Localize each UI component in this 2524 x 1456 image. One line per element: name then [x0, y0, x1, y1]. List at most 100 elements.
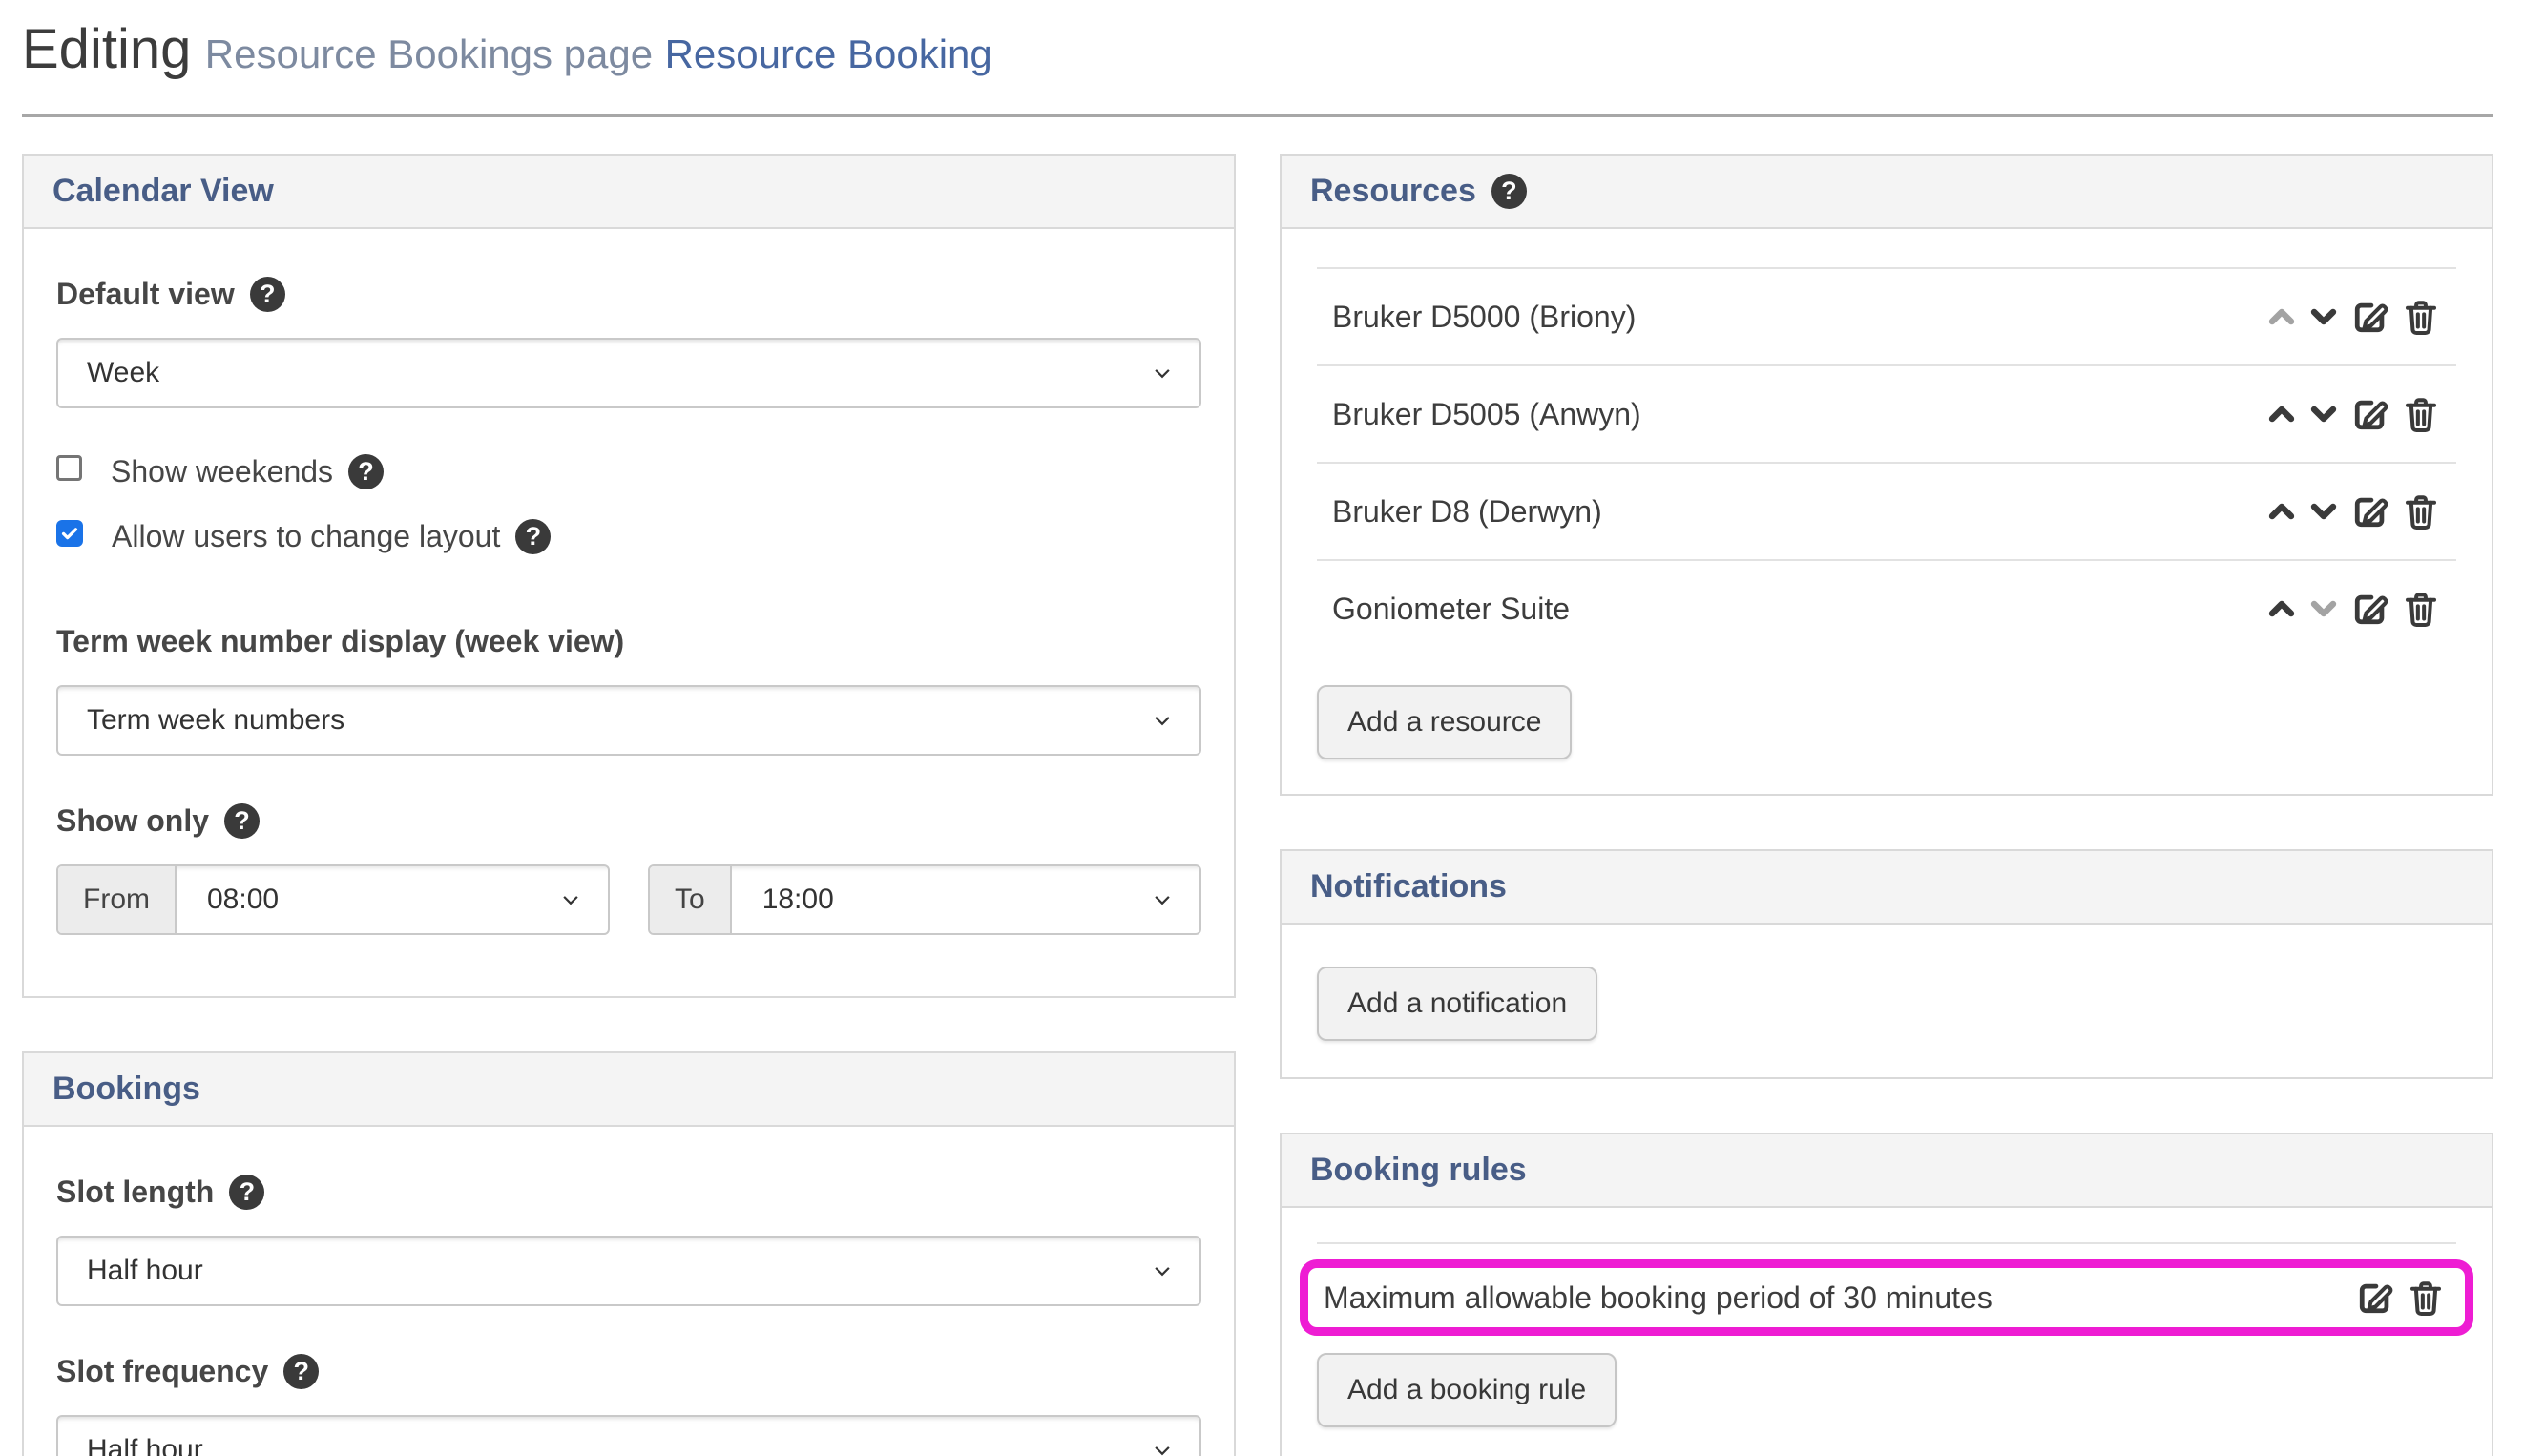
booking-rule-name: Maximum allowable booking period of 30 m… [1324, 1277, 1992, 1319]
from-time-value: 08:00 [207, 884, 279, 916]
help-icon[interactable]: ? [250, 277, 285, 312]
from-addon-label: From [58, 866, 177, 933]
move-down-icon[interactable] [2307, 301, 2340, 333]
slot-length-select[interactable]: Half hour [56, 1236, 1201, 1306]
trash-icon[interactable] [2401, 589, 2441, 629]
booking-rules-title: Booking rules [1310, 1152, 1527, 1189]
checkmark-icon [59, 523, 80, 544]
right-column: Resources ? Bruker D5000 (Briony) [1280, 154, 2493, 1456]
slot-length-label-row: Slot length ? [56, 1173, 1201, 1211]
from-time-group: From 08:00 [56, 864, 610, 935]
resource-row: Goniometer Suite [1317, 559, 2456, 656]
show-only-range-row: From 08:00 To 18:00 [56, 864, 1201, 935]
page-title-prefix: Editing [22, 18, 191, 80]
term-week-label-row: Term week number display (week view) [56, 622, 1201, 660]
move-down-icon[interactable] [2307, 495, 2340, 528]
edit-icon[interactable] [2349, 588, 2391, 630]
resources-title: Resources [1310, 173, 1476, 210]
show-weekends-label: Show weekends [111, 452, 333, 490]
slot-length-value: Half hour [87, 1255, 203, 1287]
trash-icon[interactable] [2401, 297, 2441, 337]
resource-row: Bruker D8 (Derwyn) [1317, 462, 2456, 559]
chevron-down-caret-icon [1148, 706, 1177, 735]
help-icon[interactable]: ? [224, 803, 260, 839]
to-addon-label: To [650, 866, 732, 933]
help-icon[interactable]: ? [1491, 174, 1527, 209]
slot-frequency-value: Half hour [87, 1434, 203, 1456]
title-divider [22, 114, 2493, 117]
resource-name: Bruker D8 (Derwyn) [1332, 490, 1602, 532]
edit-icon[interactable] [2349, 393, 2391, 435]
default-view-value: Week [87, 357, 159, 389]
chevron-down-caret-icon [1148, 359, 1177, 387]
move-up-icon[interactable] [2265, 398, 2298, 430]
to-time-value: 18:00 [762, 884, 834, 916]
calendar-view-title: Calendar View [52, 173, 274, 210]
page: Editing Resource Bookings page Resource … [0, 0, 2524, 1456]
resource-list: Bruker D5000 (Briony) Bruker D5005 (Anwy… [1317, 267, 2456, 656]
booking-rules-panel: Booking rules Maximum allowable booking … [1280, 1133, 2493, 1456]
notifications-panel: Notifications Add a notification [1280, 849, 2493, 1079]
to-time-select[interactable]: 18:00 [732, 866, 1199, 933]
bookings-panel: Bookings Slot length ? Half hour Slot fr… [22, 1051, 1236, 1456]
term-week-select[interactable]: Term week numbers [56, 685, 1201, 756]
resources-header: Resources ? [1282, 156, 2492, 229]
help-icon[interactable]: ? [348, 454, 384, 489]
move-down-icon[interactable] [2307, 398, 2340, 430]
rules-divider [1317, 1242, 2456, 1244]
term-week-label: Term week number display (week view) [56, 622, 624, 660]
help-icon[interactable]: ? [283, 1354, 319, 1389]
left-column: Calendar View Default view ? Week Sh [22, 154, 1236, 1456]
allow-layout-row: Allow users to change layout ? [56, 517, 1201, 555]
resources-panel: Resources ? Bruker D5000 (Briony) [1280, 154, 2493, 796]
page-title: Editing Resource Bookings page Resource … [22, 11, 2493, 102]
allow-layout-label: Allow users to change layout [112, 517, 500, 555]
help-icon[interactable]: ? [515, 519, 551, 554]
from-time-select[interactable]: 08:00 [177, 866, 608, 933]
add-booking-rule-button[interactable]: Add a booking rule [1317, 1353, 1617, 1427]
chevron-down-caret-icon [556, 885, 585, 914]
default-view-label: Default view [56, 275, 235, 313]
edit-icon[interactable] [2354, 1277, 2396, 1319]
edit-icon[interactable] [2349, 296, 2391, 338]
highlight-annotation: Maximum allowable booking period of 30 m… [1300, 1259, 2473, 1336]
show-weekends-checkbox[interactable] [56, 455, 82, 481]
page-title-context: Resource Bookings page [205, 31, 653, 76]
chevron-down-caret-icon [1148, 885, 1177, 914]
move-up-icon[interactable] [2265, 495, 2298, 528]
bookings-title: Bookings [52, 1071, 200, 1108]
edit-icon[interactable] [2349, 490, 2391, 532]
booking-rules-header: Booking rules [1282, 1134, 2492, 1208]
add-resource-button[interactable]: Add a resource [1317, 685, 1572, 759]
slot-frequency-label-row: Slot frequency ? [56, 1352, 1201, 1390]
slot-frequency-label: Slot frequency [56, 1352, 268, 1390]
show-only-label: Show only [56, 801, 209, 840]
move-down-icon [2307, 593, 2340, 625]
default-view-select[interactable]: Week [56, 338, 1201, 408]
chevron-down-caret-icon [1148, 1436, 1177, 1456]
move-up-icon [2265, 301, 2298, 333]
default-view-label-row: Default view ? [56, 275, 1201, 313]
allow-layout-checkbox[interactable] [56, 520, 83, 547]
page-title-resource-link[interactable]: Resource Booking [665, 31, 992, 76]
notifications-title: Notifications [1310, 868, 1507, 905]
help-icon[interactable]: ? [229, 1175, 264, 1210]
resource-row: Bruker D5000 (Briony) [1317, 267, 2456, 364]
move-up-icon[interactable] [2265, 593, 2298, 625]
bookings-header: Bookings [24, 1053, 1234, 1127]
slot-length-label: Slot length [56, 1173, 214, 1211]
notifications-header: Notifications [1282, 851, 2492, 925]
trash-icon[interactable] [2401, 491, 2441, 531]
resource-name: Goniometer Suite [1332, 588, 1570, 630]
booking-rule-row: Maximum allowable booking period of 30 m… [1316, 1269, 2453, 1326]
show-only-label-row: Show only ? [56, 801, 1201, 840]
resource-name: Bruker D5000 (Briony) [1332, 296, 1636, 338]
trash-icon[interactable] [2401, 394, 2441, 434]
resource-row: Bruker D5005 (Anwyn) [1317, 364, 2456, 462]
calendar-view-header: Calendar View [24, 156, 1234, 229]
add-notification-button[interactable]: Add a notification [1317, 967, 1597, 1041]
slot-frequency-select[interactable]: Half hour [56, 1415, 1201, 1456]
trash-icon[interactable] [2406, 1278, 2446, 1318]
term-week-value: Term week numbers [87, 704, 344, 737]
resource-name: Bruker D5005 (Anwyn) [1332, 393, 1641, 435]
